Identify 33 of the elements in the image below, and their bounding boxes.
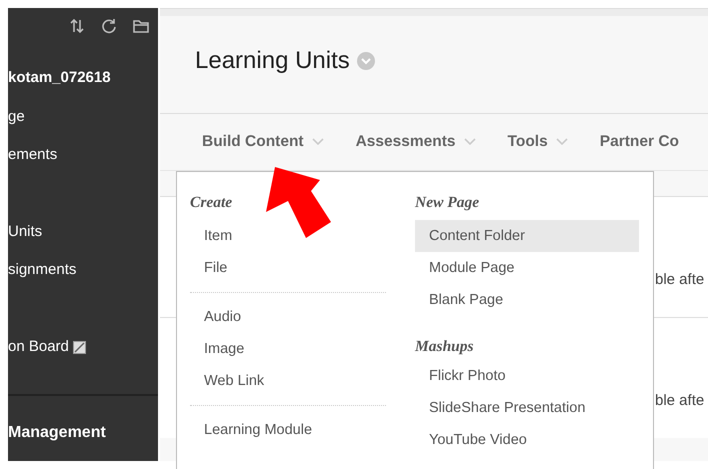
sidebar-item[interactable]: ements bbox=[8, 145, 58, 165]
sidebar-item[interactable]: signments bbox=[8, 260, 76, 280]
nav-menu-button[interactable]: Build Content bbox=[202, 133, 324, 151]
menu-heading: Mashups bbox=[415, 337, 475, 357]
menu-item[interactable]: Web Link bbox=[190, 365, 386, 397]
menu-item[interactable]: Audio bbox=[190, 301, 386, 333]
refresh-icon[interactable] bbox=[100, 17, 118, 35]
nav-menu-button[interactable]: Tools bbox=[508, 133, 568, 151]
menu-item[interactable]: Image bbox=[190, 333, 386, 365]
sort-icon[interactable] bbox=[68, 17, 86, 35]
pointer-arrow bbox=[266, 167, 331, 238]
sidebar-item[interactable]: Units bbox=[8, 222, 42, 242]
menu-item[interactable]: Blank Page bbox=[415, 284, 639, 316]
menu-item[interactable]: Module Page bbox=[415, 252, 639, 284]
nav-menu-button[interactable]: Partner Co bbox=[600, 133, 679, 151]
menu-item[interactable]: Learning Module bbox=[190, 414, 386, 446]
sidebar-item[interactable]: ge bbox=[8, 107, 25, 127]
menu-item[interactable]: YouTube Video bbox=[415, 424, 639, 456]
menu-item[interactable]: SlideShare Presentation bbox=[415, 392, 639, 424]
item-description: ble afte bbox=[655, 271, 704, 288]
course-name[interactable]: kotam_072618 bbox=[8, 68, 158, 88]
menu-item[interactable]: File bbox=[190, 252, 386, 284]
menu-heading: Create bbox=[190, 193, 234, 213]
nav-menu-button[interactable]: Assessments bbox=[356, 133, 476, 151]
menu-item[interactable]: Content Folder bbox=[415, 220, 639, 252]
folder-icon[interactable] bbox=[132, 17, 150, 35]
page-title: Learning Units bbox=[195, 47, 350, 75]
menu-heading: New Page bbox=[415, 193, 480, 213]
menu-item[interactable]: Item bbox=[190, 220, 386, 252]
section-heading[interactable]: Management bbox=[8, 424, 158, 442]
sidebar-item[interactable]: on Board bbox=[8, 337, 69, 357]
item-description: ble afte bbox=[655, 392, 704, 409]
menu-item[interactable]: Flickr Photo bbox=[415, 360, 639, 392]
